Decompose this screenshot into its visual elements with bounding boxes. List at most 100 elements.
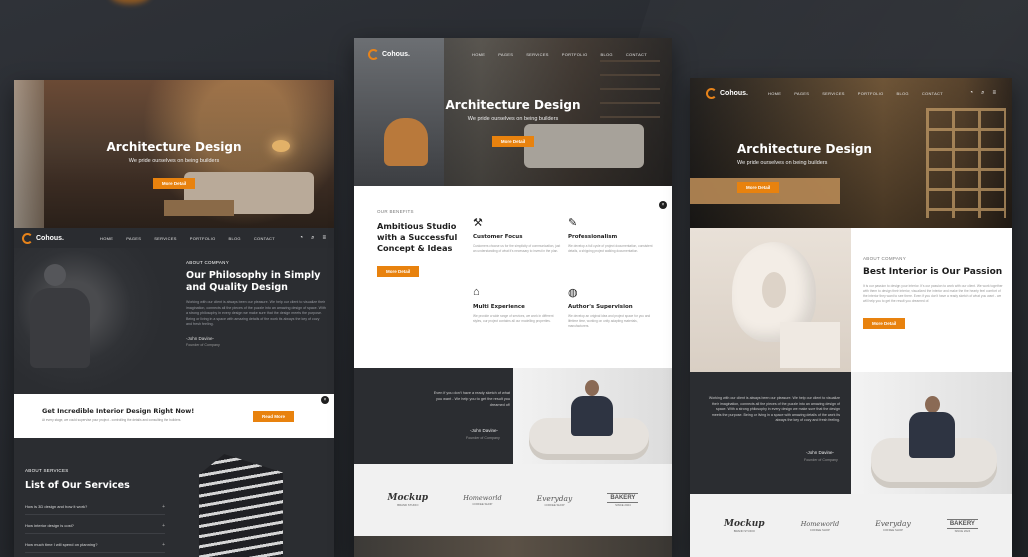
nav-item-services[interactable]: SERVICES bbox=[822, 91, 845, 96]
brand-logo: Mockup BRAND STUDIO bbox=[387, 493, 429, 507]
services-section: ABOUT SERVICES List of Our Services How … bbox=[14, 438, 334, 557]
menu-icon[interactable]: ≡ bbox=[322, 235, 326, 242]
quote-text: Even if you don't have a ready sketch of… bbox=[433, 391, 510, 407]
nav-item-pages[interactable]: PAGES bbox=[498, 52, 513, 57]
benefits-section: × OUR BENEFITS Ambitious Studio with a S… bbox=[354, 186, 672, 368]
cta-read-more-button[interactable]: Read More bbox=[253, 411, 295, 422]
hero-title: Architecture Design bbox=[106, 140, 242, 154]
logo-icon bbox=[22, 232, 33, 244]
block-shape bbox=[780, 322, 840, 368]
brush-icon: ✎ bbox=[568, 217, 578, 229]
search-icon[interactable]: ⌕ bbox=[981, 90, 984, 97]
brand-logo: Homeworld COFFEE SHOP bbox=[463, 494, 502, 506]
feature-body: We develop a full cycle of project docum… bbox=[568, 244, 653, 253]
compass-icon: ⚒ bbox=[473, 217, 483, 229]
nav-item-home[interactable]: HOME bbox=[768, 91, 781, 96]
close-icon[interactable]: × bbox=[659, 201, 667, 209]
services-tag: ABOUT SERVICES bbox=[25, 468, 69, 473]
quote-author-role: Founder of Company bbox=[466, 436, 500, 440]
house-icon: ⌂ bbox=[473, 286, 480, 298]
quote-section: Working with our client is always been o… bbox=[690, 372, 1012, 494]
nav-item-contact[interactable]: CONTACT bbox=[626, 52, 647, 57]
nav-item-portfolio[interactable]: PORTFOLIO bbox=[858, 91, 884, 96]
brands-section: Mockup BRAND STUDIO Homeworld COFFEE SHOP … bbox=[690, 494, 1012, 557]
nav-item-home[interactable]: HOME bbox=[100, 236, 113, 241]
nav-item-portfolio[interactable]: PORTFOLIO bbox=[190, 236, 216, 241]
close-icon[interactable]: × bbox=[321, 396, 329, 404]
logo-icon bbox=[706, 87, 717, 99]
nav-item-portfolio[interactable]: PORTFOLIO bbox=[562, 52, 588, 57]
vase-hole bbox=[762, 272, 786, 308]
nav-item-home[interactable]: HOME bbox=[472, 52, 485, 57]
nav-item-services[interactable]: SERVICES bbox=[526, 52, 549, 57]
hero-section: Architecture Design We pride ourselves o… bbox=[14, 80, 334, 228]
brand-logo: Homeworld COFFEE SHOP bbox=[800, 519, 840, 532]
man-silhouette bbox=[44, 264, 66, 286]
background-glow bbox=[110, 0, 150, 4]
nav-item-contact[interactable]: CONTACT bbox=[254, 236, 275, 241]
hero-more-detail-button[interactable]: More Detail bbox=[152, 178, 196, 189]
about-heading: Our Philosophy in Simply and Quality Des… bbox=[186, 270, 321, 293]
about-author: -John Davine- bbox=[186, 335, 215, 341]
feature-card: ⌂ Multi Experience We provide a wide ran… bbox=[473, 286, 561, 324]
hero-section: Cohous. HOME PAGES SERVICES PORTFOLIO BL… bbox=[690, 78, 1012, 228]
feature-card: ⚒ Customer Focus Customers choose us for… bbox=[473, 216, 561, 254]
hero-subtitle: We pride ourselves on being builders bbox=[737, 160, 828, 166]
nav-item-contact[interactable]: CONTACT bbox=[922, 91, 943, 96]
nav-item-services[interactable]: SERVICES bbox=[154, 236, 177, 241]
logo[interactable]: Cohous. bbox=[22, 232, 64, 244]
hero-more-detail-button[interactable]: More Detail bbox=[491, 136, 535, 147]
logo[interactable]: Cohous. bbox=[368, 48, 410, 60]
quote-author: -John Davine- bbox=[470, 428, 499, 433]
nav-item-blog[interactable]: BLOG bbox=[601, 52, 613, 57]
about-more-detail-button[interactable]: More Detail bbox=[863, 318, 906, 329]
about-tag: ABOUT COMPANY bbox=[186, 260, 229, 265]
services-heading: List of Our Services bbox=[25, 480, 130, 491]
brand-logo: Mockup BRAND STUDIO bbox=[724, 518, 765, 533]
feature-body: Customers choose us for the simplicity o… bbox=[473, 244, 561, 253]
nav-item-blog[interactable]: BLOG bbox=[229, 236, 241, 241]
about-section: ABOUT COMPANY Our Philosophy in Simply a… bbox=[14, 248, 334, 394]
hero-more-detail-button[interactable]: More Detail bbox=[737, 182, 780, 193]
feature-title: Multi Experience bbox=[473, 304, 525, 310]
man-head bbox=[925, 396, 940, 413]
hero-title: Architecture Design bbox=[445, 98, 581, 112]
faq-item[interactable]: How is 3D design and how it work? + bbox=[25, 501, 165, 515]
hero-subtitle: We pride ourselves on being builders bbox=[467, 116, 559, 122]
feature-title: Professionalism bbox=[568, 234, 618, 240]
mockup-right: Cohous. HOME PAGES SERVICES PORTFOLIO BL… bbox=[690, 78, 1012, 557]
nav-item-pages[interactable]: PAGES bbox=[794, 91, 809, 96]
plus-icon: + bbox=[162, 542, 165, 548]
search-icon[interactable]: ⌕ bbox=[311, 235, 314, 242]
faq-item[interactable]: How much time I will spend on planning? + bbox=[25, 534, 165, 553]
nav-item-blog[interactable]: BLOG bbox=[897, 91, 909, 96]
quote-photo bbox=[513, 368, 672, 464]
brand-logo: BAKERY SINCE 2024 bbox=[946, 518, 978, 533]
cta-section: Get Incredible Interior Design Right Now… bbox=[14, 394, 334, 438]
benefits-more-detail-button[interactable]: More Detail bbox=[377, 266, 420, 277]
brand-logo: Everyday COFFEE SHOP bbox=[875, 519, 911, 532]
about-section: ABOUT COMPANY Best Interior is Our Passi… bbox=[690, 228, 1012, 372]
navbar: Cohous. HOME PAGES SERVICES PORTFOLIO BL… bbox=[14, 228, 334, 248]
vase-photo bbox=[690, 228, 851, 372]
menu-icon[interactable]: ≡ bbox=[992, 90, 996, 97]
hero-title: Architecture Design bbox=[737, 142, 872, 156]
hero-table bbox=[164, 200, 234, 216]
quote-section: Even if you don't have a ready sketch of… bbox=[354, 368, 672, 464]
navbar: Cohous. HOME PAGES SERVICES PORTFOLIO BL… bbox=[690, 78, 1012, 108]
cart-icon[interactable]: ◔ bbox=[969, 90, 973, 97]
logo[interactable]: Cohous. bbox=[706, 87, 748, 99]
man-body bbox=[909, 412, 955, 458]
benefits-tag: OUR BENEFITS bbox=[377, 209, 414, 214]
cta-body: At every stage, we could supervise your … bbox=[42, 418, 182, 422]
feature-body: We provide a wide range of services, we … bbox=[473, 314, 554, 323]
mockup-center: Cohous. HOME PAGES SERVICES PORTFOLIO BL… bbox=[354, 38, 672, 557]
hero-shelves bbox=[926, 108, 1006, 218]
navbar: Cohous. HOME PAGES SERVICES PORTFOLIO BL… bbox=[354, 38, 672, 70]
feature-card: ✎ Professionalism We develop a full cycl… bbox=[568, 216, 656, 254]
feature-body: We develop an original idea and project … bbox=[568, 314, 651, 328]
faq-item[interactable]: How interior design is cost? + bbox=[25, 515, 165, 534]
nav-item-pages[interactable]: PAGES bbox=[126, 236, 141, 241]
cart-icon[interactable]: ◔ bbox=[299, 235, 303, 242]
man-body-silhouette bbox=[30, 288, 90, 368]
